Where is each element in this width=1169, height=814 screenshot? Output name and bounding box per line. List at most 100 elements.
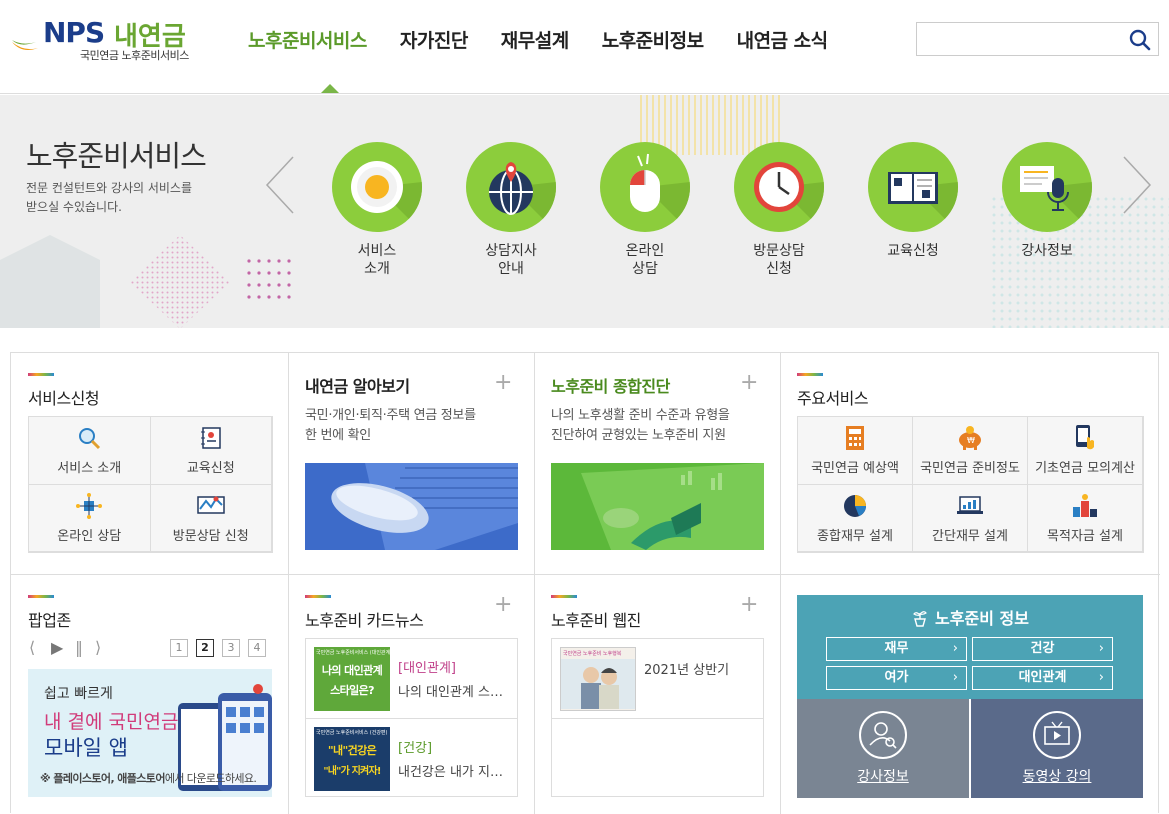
hero-desc-line2: 받으실 수있습니다. — [26, 200, 122, 214]
chevron-left-icon[interactable] — [265, 155, 295, 215]
online-consult-button[interactable]: 온라인 상담 — [29, 484, 151, 552]
search-input[interactable] — [917, 23, 1117, 55]
webzine-section: 노후준비 웹진 + 국민연금 노후준비 노후행복 2021년 상반기 — [535, 575, 781, 814]
card-news-tag: [건강] — [398, 741, 433, 756]
pension-readiness-button[interactable]: ₩ 국민연금 준비정도 — [913, 417, 1028, 485]
chevron-right-icon: › — [1098, 641, 1104, 656]
card-news-item[interactable]: 국민연금 노후준비서비스 (건강편) "내"건강은 "내"가 지켜자! [건강]… — [306, 719, 517, 798]
service-apply-section: 서비스신청 서비스 소개 교육신청 온라인 상담 방문상담 신청 — [11, 353, 289, 575]
nav-retirement-info[interactable]: 노후준비정보 — [602, 26, 704, 56]
my-pension-section: 내연금 알아보기 + 국민·개인·퇴직·주택 연금 정보를 한 번에 확인 — [289, 353, 535, 575]
globe-pin-icon — [466, 142, 556, 232]
banner-line3: 모바일 앱 — [44, 736, 128, 760]
magnifier-icon — [79, 428, 101, 450]
chevron-right-icon: › — [952, 641, 958, 656]
play-icon[interactable]: ▶ — [51, 638, 63, 657]
phone-touch-icon — [1076, 425, 1094, 450]
service-intro-item[interactable]: 서비스 소개 — [327, 142, 427, 278]
card-news-more-icon[interactable]: + — [494, 594, 512, 616]
popup-zone-title: 팝업존 — [28, 611, 71, 630]
my-pension-title[interactable]: 내연금 알아보기 — [305, 373, 410, 397]
lecturer-info-link[interactable]: 강사정보 — [797, 699, 969, 798]
nav-pension-news[interactable]: 내연금 소식 — [737, 26, 829, 56]
purpose-fund-plan-button[interactable]: 목적자금 설계 — [1028, 484, 1143, 552]
chevron-right-icon: › — [1098, 670, 1104, 685]
visit-consult-item[interactable]: 방문상담 신청 — [729, 142, 829, 278]
couple-photo-image — [561, 659, 635, 709]
relations-info-label: 대인관계 — [1018, 670, 1067, 685]
webzine-item[interactable]: 국민연금 노후준비 노후행복 2021년 상반기 — [552, 639, 763, 719]
lecturer-info-item[interactable]: 강사정보 — [997, 142, 1097, 260]
nav-self-diagnosis[interactable]: 자가진단 — [400, 26, 468, 56]
leisure-info-label: 여가 — [884, 670, 909, 685]
card-news-thumb-line1: "내"건강은 — [327, 744, 377, 757]
diagnosis-more-icon[interactable]: + — [740, 372, 758, 394]
pause-icon[interactable]: ‖ — [75, 638, 83, 657]
basic-pension-calc-label: 기초연금 모의계산 — [1035, 461, 1135, 476]
service-intro-label1: 서비스 — [357, 243, 397, 259]
network-icon — [76, 492, 103, 519]
simple-finance-plan-label: 간단재무 설계 — [932, 528, 1008, 544]
retirement-info-title: 노후준비 정보 — [935, 609, 1029, 628]
finance-info-button[interactable]: 재무 › — [826, 637, 967, 661]
card-news-list: 국민연금 노후준비서비스 (대인관계) 나의 대인관계 스타일은? [대인관계]… — [305, 638, 518, 797]
main-services-grid: 국민연금 예상액 ₩ 국민연금 준비정도 기초연금 모의계산 종합재무 설계 간… — [797, 416, 1144, 553]
branch-info-label2: 안내 — [498, 261, 524, 277]
simple-finance-plan-button[interactable]: 간단재무 설계 — [913, 484, 1028, 552]
service-intro-label: 서비스 소개 — [57, 461, 122, 476]
video-lecture-link[interactable]: 동영상 강의 — [971, 699, 1143, 798]
visit-consult-button[interactable]: 방문상담 신청 — [150, 484, 272, 552]
hexagon-decoration — [0, 235, 100, 328]
education-apply-item[interactable]: 교육신청 — [863, 142, 963, 260]
page-3-button[interactable]: 3 — [222, 639, 240, 657]
chevron-right-icon[interactable] — [1122, 155, 1152, 215]
microphone-icon — [1002, 142, 1092, 232]
main-services-section: 주요서비스 국민연금 예상액 ₩ 국민연금 준비정도 기초연금 모의계산 종합재… — [781, 353, 1160, 575]
laptop-chart-icon — [957, 495, 983, 514]
branch-info-item[interactable]: 상담지사안내 — [461, 142, 561, 278]
card-news-title[interactable]: 노후준비 카드뉴스 — [305, 607, 424, 631]
card-news-item[interactable]: 국민연금 노후준비서비스 (대인관계) 나의 대인관계 스타일은? [대인관계]… — [306, 639, 517, 719]
health-info-button[interactable]: 건강 › — [972, 637, 1113, 661]
nps-logo[interactable]: NPS 내연금 국민연금 노후준비서비스 — [10, 14, 210, 66]
nav-retirement-service[interactable]: 노후준비서비스 — [248, 26, 367, 56]
pension-estimate-button[interactable]: 국민연금 예상액 — [798, 417, 913, 485]
nav-financial-planning[interactable]: 재무설계 — [501, 26, 569, 56]
branch-info-label1: 상담지사 — [485, 243, 537, 259]
diagnosis-title[interactable]: 노후준비 종합진단 — [551, 373, 670, 397]
mobile-app-banner[interactable]: 쉽고 빠르게 내 곁에 국민연금 모바일 앱 ※ 플레이스토어, 애플스토어에서… — [28, 669, 272, 797]
section-color-bar — [28, 373, 54, 376]
keyboard-mouse-image — [305, 463, 518, 550]
webzine-more-icon[interactable]: + — [740, 594, 758, 616]
hero-banner: 노후준비서비스 전문 컨설턴트와 강사의 서비스를 받으실 수있습니다. 서비스… — [0, 95, 1169, 328]
content-panel: 서비스신청 서비스 소개 교육신청 온라인 상담 방문상담 신청 내연금 알아보… — [10, 352, 1160, 814]
total-finance-plan-button[interactable]: 종합재무 설계 — [798, 484, 913, 552]
page-2-button[interactable]: 2 — [196, 639, 214, 657]
card-news-thumb-line1: 나의 대인관계 — [321, 664, 383, 677]
chevron-right-icon: › — [952, 670, 958, 685]
leisure-info-button[interactable]: 여가 › — [826, 666, 967, 690]
webzine-title[interactable]: 노후준비 웹진 — [551, 607, 641, 631]
my-pension-image[interactable] — [305, 463, 518, 550]
prev-icon[interactable]: ⟨ — [29, 638, 35, 657]
logo-brand: NPS — [43, 16, 105, 49]
site-header: NPS 내연금 국민연금 노후준비서비스 노후준비서비스 자가진단 재무설계 노… — [0, 0, 1169, 94]
banner-note: ※ 플레이스토어, 애플스토어에서 다운로드하세요. — [40, 770, 257, 786]
diagnosis-image[interactable] — [551, 463, 764, 550]
page-4-button[interactable]: 4 — [248, 639, 266, 657]
section-color-bar — [305, 595, 331, 598]
search-icon[interactable] — [1128, 28, 1152, 52]
online-consult-item[interactable]: 온라인 상담 — [595, 142, 695, 278]
card-news-text: 나의 대인관계 스… — [398, 685, 503, 700]
page-1-button[interactable]: 1 — [170, 639, 188, 657]
education-apply-label: 교육신청 — [186, 461, 235, 476]
education-apply-button[interactable]: 교육신청 — [150, 417, 272, 485]
my-pension-more-icon[interactable]: + — [494, 372, 512, 394]
relations-info-button[interactable]: 대인관계 › — [972, 666, 1113, 690]
pie-chart-icon — [844, 494, 866, 517]
basic-pension-calc-button[interactable]: 기초연금 모의계산 — [1028, 417, 1143, 485]
service-intro-button[interactable]: 서비스 소개 — [29, 417, 151, 485]
next-icon[interactable]: ⟩ — [95, 638, 101, 657]
purpose-fund-plan-label: 목적자금 설계 — [1047, 528, 1123, 544]
service-apply-grid: 서비스 소개 교육신청 온라인 상담 방문상담 신청 — [28, 416, 273, 553]
